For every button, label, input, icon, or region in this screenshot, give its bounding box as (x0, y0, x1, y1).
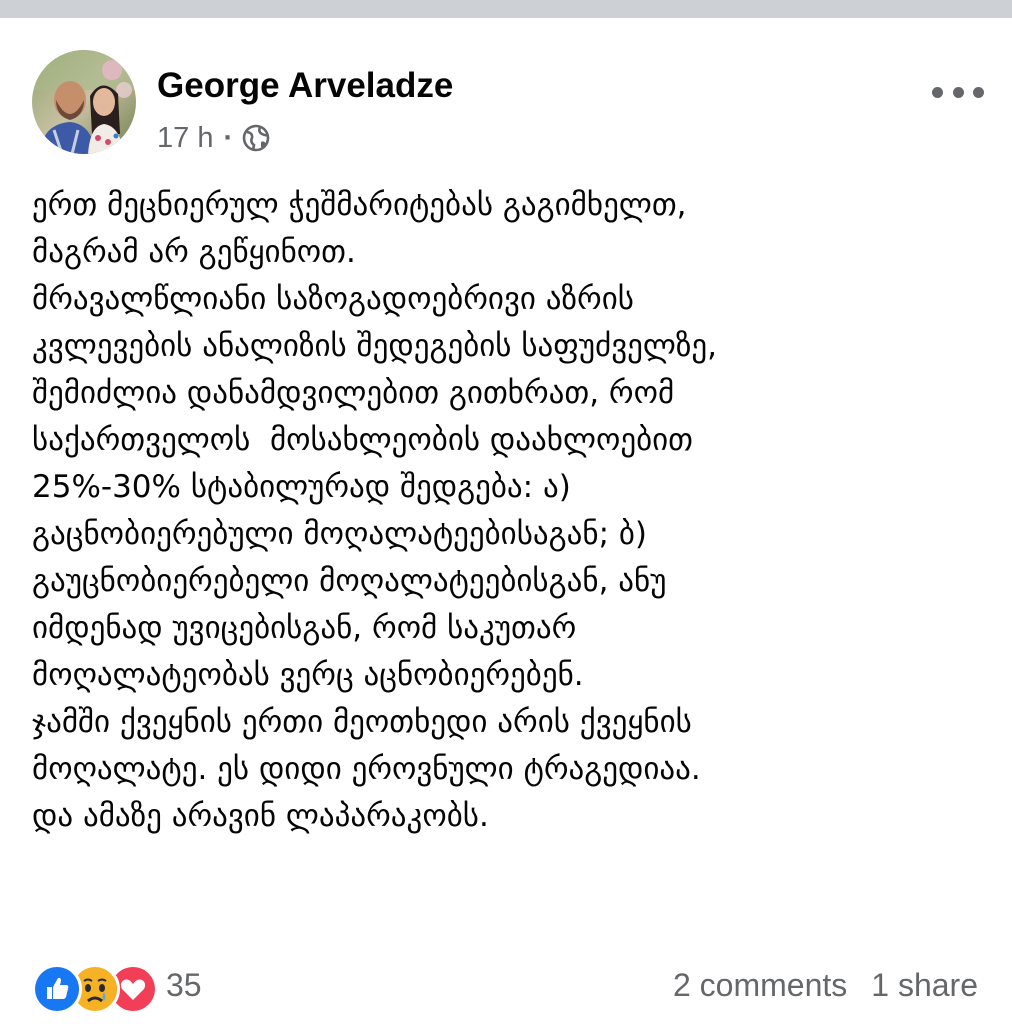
like-icon (32, 964, 82, 1014)
globe-icon[interactable] (241, 123, 271, 153)
comments-count[interactable]: 2 comments (673, 967, 847, 1003)
more-dot (973, 86, 984, 98)
reaction-count[interactable]: 35 (166, 967, 202, 1004)
post-footer: 35 2 comments 1 share (0, 958, 1012, 1014)
author-name[interactable]: George Arveladze (157, 66, 453, 106)
post-text: ერთ მეცნიერულ ჭეშმარიტებას გაგიმხელთ, მა… (32, 187, 717, 834)
top-strip (0, 0, 1012, 18)
reaction-icons[interactable] (32, 964, 162, 1014)
more-dot (952, 86, 964, 98)
shares-count[interactable]: 1 share (871, 967, 978, 1003)
more-dot (932, 86, 943, 98)
more-options-icon[interactable] (932, 80, 984, 104)
post-meta: 17 h · (157, 118, 271, 158)
post-timestamp[interactable]: 17 h (157, 122, 213, 155)
post-card: George Arveladze 17 h · ერთ მეცნიერულ ჭე… (0, 18, 1012, 1024)
meta-separator: · (223, 121, 234, 154)
post-stats: 2 comments 1 share (673, 967, 978, 1004)
avatar-photo (32, 50, 136, 154)
author-avatar[interactable] (32, 50, 136, 154)
